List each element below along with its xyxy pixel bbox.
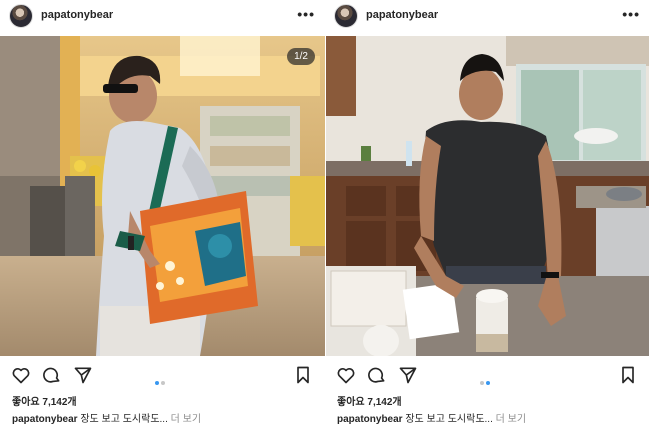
caption: papatonybear 장도 보고 도시락도... 더 보기 [337,410,526,425]
caption: papatonybear 장도 보고 도시락도... 더 보기 [12,410,201,425]
share-icon[interactable] [398,365,418,385]
carousel-dots [480,372,492,385]
photo-man-with-shopping-bag [0,36,325,356]
post-header: papatonybear ••• [325,0,650,32]
comment-icon[interactable] [42,365,62,385]
heart-icon[interactable] [336,365,356,385]
action-bar [0,362,325,386]
heart-icon[interactable] [11,365,31,385]
more-icon[interactable]: ••• [622,6,640,22]
comment-icon[interactable] [367,365,387,385]
username[interactable]: papatonybear [41,9,113,21]
bookmark-icon[interactable] [293,365,313,385]
image-counter: 1/2 [287,48,315,65]
post-2: papatonybear ••• 좋아요 7,142개 papatonybear… [325,0,650,430]
more-icon[interactable]: ••• [297,6,315,22]
share-icon[interactable] [73,365,93,385]
carousel-dot-1 [480,381,484,385]
action-bar [325,362,650,386]
carousel-dot-2 [486,381,490,385]
post-header: papatonybear ••• [0,0,325,32]
caption-text: 장도 보고 도시락도... [77,414,171,425]
more-link[interactable]: 더 보기 [171,414,201,425]
photo-man-in-kitchen [326,36,649,356]
carousel-dot-1 [155,381,159,385]
instagram-feed-screenshot: papatonybear ••• 1/2 좋아요 7,142개 papatony… [0,0,650,430]
like-count[interactable]: 좋아요 7,142개 [12,393,77,408]
caption-username[interactable]: papatonybear [337,414,403,425]
more-link[interactable]: 더 보기 [496,414,526,425]
carousel-dot-2 [161,381,165,385]
post-photo[interactable]: 1/2 [0,36,325,356]
caption-text: 장도 보고 도시락도... [402,414,496,425]
carousel-dots [155,372,167,385]
avatar[interactable] [9,4,33,28]
caption-username[interactable]: papatonybear [12,414,78,425]
post-1: papatonybear ••• 1/2 좋아요 7,142개 papatony… [0,0,325,430]
bookmark-icon[interactable] [618,365,638,385]
username[interactable]: papatonybear [366,9,438,21]
post-photo[interactable] [326,36,649,356]
avatar[interactable] [334,4,358,28]
like-count[interactable]: 좋아요 7,142개 [337,393,402,408]
